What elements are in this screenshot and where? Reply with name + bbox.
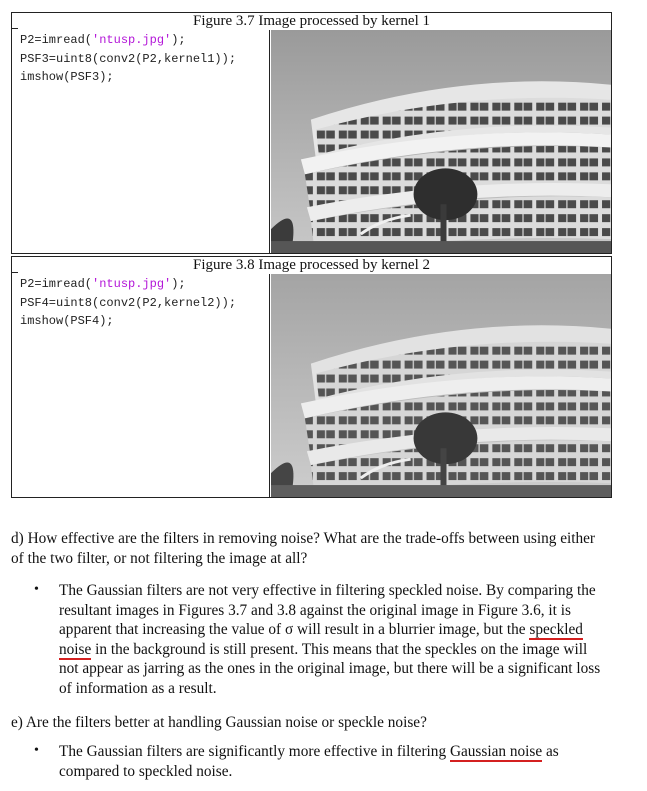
code-line: PSF4=uint8(conv2(P2,kernel2)); (20, 295, 237, 310)
figure-caption: Figure 3.7 Image processed by kernel 1 (12, 13, 611, 30)
underlined-phrase: Gaussian noise (449, 743, 543, 762)
question-d: d) How effective are the filters in remo… (11, 530, 596, 567)
code-text: P2=imread( (20, 33, 93, 47)
figure-3-8-table: Figure 3.8 Image processed by kernel 2 P… (11, 256, 612, 498)
code-line: imshow(PSF4); (20, 314, 114, 328)
cell-corner-mark (11, 28, 18, 35)
question-e: e) Are the filters better at handling Ga… (11, 714, 427, 731)
figure-3-7-table: Figure 3.7 Image processed by kernel 1 P… (11, 12, 612, 254)
code-string: 'ntusp.jpg' (92, 277, 172, 291)
answer-text: The Gaussian filters are not very effect… (59, 582, 596, 638)
processed-image (271, 30, 611, 253)
code-text: ); (171, 277, 186, 291)
figure-caption: Figure 3.8 Image processed by kernel 2 (12, 257, 611, 274)
code-cell: P2=imread('ntusp.jpg'); PSF3=uint8(conv2… (11, 28, 270, 253)
answer-d: The Gaussian filters are not very effect… (59, 581, 607, 698)
code-text: ); (171, 33, 186, 47)
bullet-marker: • (34, 743, 39, 758)
code-cell: P2=imread('ntusp.jpg'); PSF4=uint8(conv2… (11, 272, 270, 497)
building-photo (271, 30, 611, 253)
answer-text: in the background is still present. This… (59, 640, 601, 697)
code-line: PSF3=uint8(conv2(P2,kernel1)); (20, 51, 237, 66)
bullet-marker: • (34, 582, 39, 597)
code-block: P2=imread('ntusp.jpg'); PSF4=uint8(conv2… (20, 275, 236, 331)
answer-e: The Gaussian filters are significantly m… (59, 742, 607, 781)
code-line: imshow(PSF3); (20, 70, 114, 84)
answer-text: The Gaussian filters are significantly m… (59, 743, 450, 760)
code-text: P2=imread( (20, 277, 93, 291)
cell-corner-mark (11, 272, 18, 279)
code-string: 'ntusp.jpg' (92, 33, 172, 47)
code-block: P2=imread('ntusp.jpg'); PSF3=uint8(conv2… (20, 31, 236, 87)
processed-image (271, 274, 611, 497)
building-photo (271, 274, 611, 497)
